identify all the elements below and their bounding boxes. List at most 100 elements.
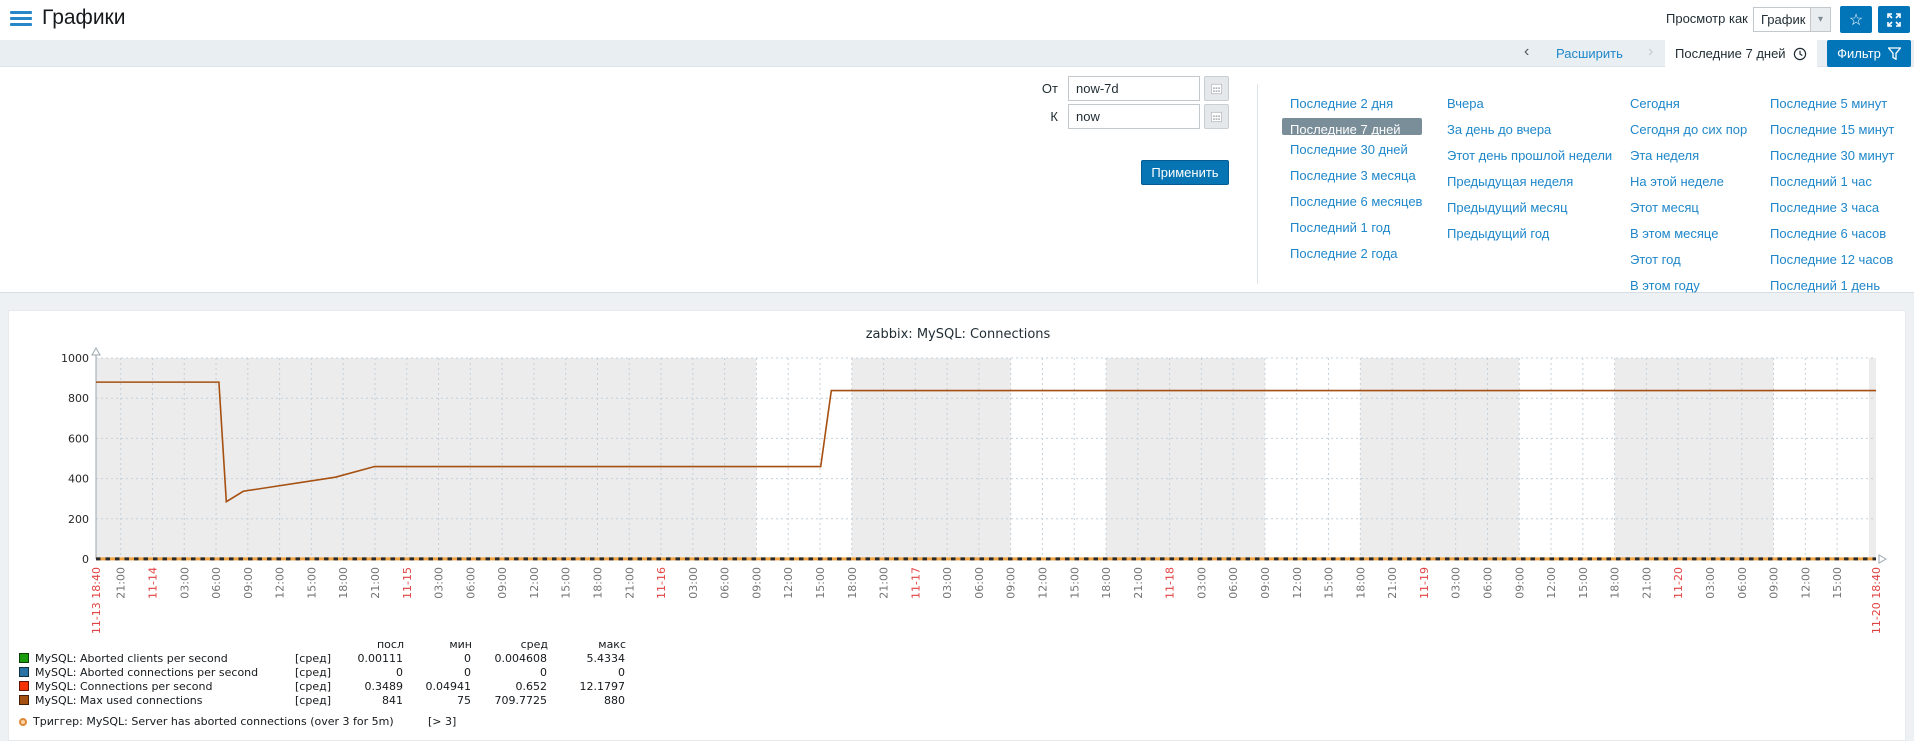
x-tick-time-label: 21:00 bbox=[623, 567, 636, 599]
x-tick-time-label: 12:00 bbox=[1291, 567, 1304, 599]
x-tick-time-label: 06:00 bbox=[1736, 567, 1749, 599]
y-tick-label: 400 bbox=[68, 473, 89, 486]
working-time-band bbox=[756, 358, 852, 559]
x-tick-time-label: 18:00 bbox=[846, 567, 859, 599]
time-range-panel: От К Применить Последние 2 дняПоследние … bbox=[0, 67, 1914, 293]
x-tick-time-label: 15:00 bbox=[305, 567, 318, 599]
to-input[interactable] bbox=[1068, 104, 1200, 129]
quick-range-link[interactable]: Последние 12 часов bbox=[1770, 251, 1894, 268]
quick-range-link[interactable]: Предыдущий год bbox=[1447, 225, 1612, 242]
legend-row: MySQL: Aborted clients per second [сред] 0… bbox=[19, 651, 626, 665]
series-function: [сред] bbox=[295, 665, 331, 679]
legend-header-row: посл мин сред макс bbox=[19, 637, 626, 651]
legend-header-last: посл bbox=[376, 637, 404, 651]
quick-range-link[interactable]: Этот день прошлой недели bbox=[1447, 147, 1612, 164]
chevron-left-icon[interactable]: ‹ bbox=[1524, 43, 1529, 61]
series-last: 0.3489 bbox=[364, 679, 404, 693]
from-calendar-button[interactable] bbox=[1204, 76, 1229, 101]
quick-range-link[interactable]: За день до вчера bbox=[1447, 121, 1612, 138]
x-axis-arrow-icon bbox=[1878, 554, 1888, 564]
x-tick-time-label: 09:00 bbox=[1259, 567, 1272, 599]
quick-range-link[interactable]: Предыдущая неделя bbox=[1447, 173, 1612, 190]
fullscreen-icon bbox=[1887, 12, 1901, 27]
series-function: [сред] bbox=[295, 651, 331, 665]
quick-range-link[interactable]: Последние 30 дней bbox=[1290, 141, 1422, 158]
quick-ranges-column-3: Сегодня Сегодня до сих пор Эта неделя На эт… bbox=[1630, 95, 1747, 294]
filter-bar: ‹ Расширить › Последние 7 дней Фильтр bbox=[0, 40, 1914, 67]
quick-range-link[interactable]: Этот год bbox=[1630, 251, 1747, 268]
x-tick-time-label: 12:00 bbox=[1036, 567, 1049, 599]
hamburger-menu-icon[interactable] bbox=[10, 11, 32, 28]
x-tick-time-label: 06:00 bbox=[719, 567, 732, 599]
calendar-icon bbox=[1211, 111, 1222, 122]
legend-header-min: мин bbox=[449, 637, 472, 651]
quick-range-link[interactable]: Последний 1 день bbox=[1770, 277, 1894, 294]
series-max: 880 bbox=[604, 693, 625, 707]
quick-range-link[interactable]: Предыдущий месяц bbox=[1447, 199, 1612, 216]
quick-range-link[interactable]: Последние 2 года bbox=[1290, 245, 1422, 262]
quick-range-link[interactable]: В этом году bbox=[1630, 277, 1747, 294]
x-tick-time-label: 12:00 bbox=[1545, 567, 1558, 599]
x-tick-time-label: 12:00 bbox=[782, 567, 795, 599]
x-tick-time-label: 12:00 bbox=[274, 567, 287, 599]
time-range-tab[interactable]: Последние 7 дней bbox=[1665, 40, 1817, 67]
x-tick-time-label: 09:00 bbox=[1005, 567, 1018, 599]
fullscreen-button[interactable] bbox=[1878, 6, 1910, 33]
series-color-swatch bbox=[19, 681, 29, 691]
legend-row: MySQL: Connections per second [сред] 0.348… bbox=[19, 679, 626, 693]
quick-range-link[interactable]: В этом месяце bbox=[1630, 225, 1747, 242]
panel-divider bbox=[1257, 84, 1258, 284]
zoom-out-link[interactable]: Расширить bbox=[1556, 46, 1623, 61]
quick-ranges-column-1: Последние 2 дня Последние 7 дней Последние… bbox=[1282, 95, 1423, 262]
working-time-band bbox=[1264, 358, 1361, 559]
apply-button[interactable]: Применить bbox=[1141, 160, 1229, 185]
quick-range-link[interactable]: Последние 15 минут bbox=[1770, 121, 1894, 138]
quick-range-link[interactable]: Последние 3 часа bbox=[1770, 199, 1894, 216]
quick-range-link[interactable]: Вчера bbox=[1447, 95, 1612, 112]
x-tick-time-label: 21:00 bbox=[115, 567, 128, 599]
quick-range-link[interactable]: Эта неделя bbox=[1630, 147, 1747, 164]
series-avg: 0.652 bbox=[515, 679, 548, 693]
quick-range-link[interactable]: Последние 30 минут bbox=[1770, 147, 1894, 164]
series-last: 0 bbox=[396, 665, 403, 679]
view-as-select[interactable]: График ▾ bbox=[1753, 7, 1831, 32]
quick-range-link[interactable]: Последние 6 месяцев bbox=[1290, 193, 1422, 210]
quick-range-link[interactable]: Последние 7 дней bbox=[1282, 118, 1423, 137]
legend-trigger-row: Триггер: MySQL: Server has aborted conne… bbox=[19, 715, 626, 728]
quick-range-link[interactable]: Этот месяц bbox=[1630, 199, 1747, 216]
x-tick-time-label: 06:00 bbox=[1227, 567, 1240, 599]
x-tick-date-label: 11-17 bbox=[909, 567, 922, 599]
series-min: 0 bbox=[464, 651, 471, 665]
series-function: [сред] bbox=[295, 679, 331, 693]
favourite-button[interactable]: ☆ bbox=[1840, 6, 1872, 33]
quick-range-link[interactable]: Последние 6 часов bbox=[1770, 225, 1894, 242]
quick-range-link[interactable]: Последние 3 месяца bbox=[1290, 167, 1422, 184]
series-color-swatch bbox=[19, 653, 29, 663]
y-tick-label: 600 bbox=[68, 432, 89, 445]
quick-range-link[interactable]: На этой неделе bbox=[1630, 173, 1747, 190]
view-as-label: Просмотр как bbox=[1666, 11, 1748, 26]
calendar-icon bbox=[1211, 83, 1222, 94]
quick-range-link[interactable]: Сегодня bbox=[1630, 95, 1747, 112]
series-max: 5.4334 bbox=[586, 651, 626, 665]
series-name: MySQL: Aborted clients per second bbox=[35, 651, 228, 665]
x-tick-date-label: 11-18 bbox=[1164, 567, 1177, 599]
x-tick-time-label: 18:00 bbox=[1609, 567, 1622, 599]
chevron-right-icon: › bbox=[1648, 43, 1654, 60]
y-tick-label: 0 bbox=[82, 553, 89, 566]
working-time-band bbox=[1519, 358, 1615, 559]
quick-range-link[interactable]: Последние 2 дня bbox=[1290, 95, 1422, 112]
filter-button[interactable]: Фильтр bbox=[1827, 40, 1911, 67]
x-tick-time-label: 12:00 bbox=[528, 567, 541, 599]
quick-range-link[interactable]: Последние 5 минут bbox=[1770, 95, 1894, 112]
from-input[interactable] bbox=[1068, 76, 1200, 101]
page-title: Графики bbox=[42, 6, 126, 29]
to-calendar-button[interactable] bbox=[1204, 104, 1229, 129]
series-avg: 0.004608 bbox=[494, 651, 548, 665]
y-axis-arrow-icon bbox=[91, 346, 101, 356]
x-tick-time-label: 21:00 bbox=[878, 567, 891, 599]
x-tick-time-label: 06:00 bbox=[1481, 567, 1494, 599]
quick-range-link[interactable]: Последний 1 час bbox=[1770, 173, 1894, 190]
quick-range-link[interactable]: Сегодня до сих пор bbox=[1630, 121, 1747, 138]
quick-range-link[interactable]: Последний 1 год bbox=[1290, 219, 1422, 236]
